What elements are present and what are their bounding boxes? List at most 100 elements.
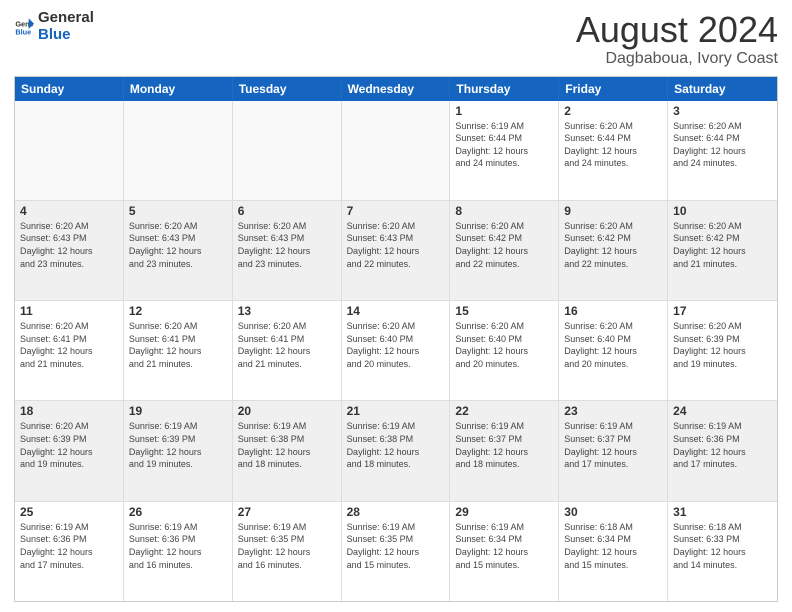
day-info: Sunrise: 6:20 AM Sunset: 6:41 PM Dayligh… <box>129 320 227 370</box>
calendar-week: 4 Sunrise: 6:20 AM Sunset: 6:43 PM Daylig… <box>15 201 777 301</box>
day-number: 5 <box>129 204 227 218</box>
calendar-cell: 27Sunrise: 6:19 AM Sunset: 6:35 PM Dayli… <box>233 502 342 601</box>
day-info: Sunrise: 6:20 AM Sunset: 6:41 PM Dayligh… <box>20 320 118 370</box>
day-info: Sunrise: 6:20 AM Sunset: 6:44 PM Dayligh… <box>673 120 772 170</box>
calendar-cell: 26 Sunrise: 6:19 AM Sunset: 6:36 PM Dayli… <box>124 502 233 601</box>
day-number: 3 <box>673 104 772 118</box>
day-info: Sunrise: 6:20 AM Sunset: 6:42 PM Dayligh… <box>673 220 772 270</box>
calendar-cell: 7Sunrise: 6:20 AM Sunset: 6:43 PM Daylig… <box>342 201 451 300</box>
calendar-cell: 9Sunrise: 6:20 AM Sunset: 6:42 PM Daylig… <box>559 201 668 300</box>
calendar-cell: 12 Sunrise: 6:20 AM Sunset: 6:41 PM Dayli… <box>124 301 233 400</box>
day-info: Sunrise: 6:19 AM Sunset: 6:36 PM Dayligh… <box>20 521 118 571</box>
day-number: 1 <box>455 104 553 118</box>
day-info: Sunrise: 6:20 AM Sunset: 6:43 PM Dayligh… <box>20 220 118 270</box>
calendar-week: 25Sunrise: 6:19 AM Sunset: 6:36 PM Dayli… <box>15 502 777 601</box>
calendar-cell: 14Sunrise: 6:20 AM Sunset: 6:40 PM Dayli… <box>342 301 451 400</box>
calendar-cell: 13Sunrise: 6:20 AM Sunset: 6:41 PM Dayli… <box>233 301 342 400</box>
calendar-cell: 16Sunrise: 6:20 AM Sunset: 6:40 PM Dayli… <box>559 301 668 400</box>
day-number: 14 <box>347 304 445 318</box>
title-block: August 2024 Dagbaboua, Ivory Coast <box>576 10 778 68</box>
day-number: 20 <box>238 404 336 418</box>
day-number: 18 <box>20 404 118 418</box>
calendar-body: 1 Sunrise: 6:19 AM Sunset: 6:44 PM Daylig… <box>15 101 777 601</box>
calendar-cell: 30 Sunrise: 6:18 AM Sunset: 6:34 PM Dayli… <box>559 502 668 601</box>
day-info: Sunrise: 6:19 AM Sunset: 6:37 PM Dayligh… <box>564 420 662 470</box>
day-info: Sunrise: 6:19 AM Sunset: 6:38 PM Dayligh… <box>347 420 445 470</box>
day-info: Sunrise: 6:20 AM Sunset: 6:42 PM Dayligh… <box>455 220 553 270</box>
calendar-cell: 29 Sunrise: 6:19 AM Sunset: 6:34 PM Dayli… <box>450 502 559 601</box>
calendar-cell: 8 Sunrise: 6:20 AM Sunset: 6:42 PM Daylig… <box>450 201 559 300</box>
calendar-cell <box>233 101 342 200</box>
day-info: Sunrise: 6:19 AM Sunset: 6:36 PM Dayligh… <box>673 420 772 470</box>
day-number: 21 <box>347 404 445 418</box>
day-info: Sunrise: 6:19 AM Sunset: 6:35 PM Dayligh… <box>347 521 445 571</box>
calendar-cell: 21 Sunrise: 6:19 AM Sunset: 6:38 PM Dayli… <box>342 401 451 500</box>
day-number: 30 <box>564 505 662 519</box>
day-number: 17 <box>673 304 772 318</box>
logo-general: General <box>38 10 94 27</box>
calendar-week: 11 Sunrise: 6:20 AM Sunset: 6:41 PM Dayli… <box>15 301 777 401</box>
day-info: Sunrise: 6:20 AM Sunset: 6:41 PM Dayligh… <box>238 320 336 370</box>
day-number: 22 <box>455 404 553 418</box>
page: General Blue General Blue August 2024 Da… <box>0 0 792 612</box>
day-number: 4 <box>20 204 118 218</box>
calendar-cell: 31Sunrise: 6:18 AM Sunset: 6:33 PM Dayli… <box>668 502 777 601</box>
calendar-header-cell: Tuesday <box>233 77 342 101</box>
day-info: Sunrise: 6:20 AM Sunset: 6:43 PM Dayligh… <box>129 220 227 270</box>
day-info: Sunrise: 6:20 AM Sunset: 6:40 PM Dayligh… <box>455 320 553 370</box>
calendar: SundayMondayTuesdayWednesdayThursdayFrid… <box>14 76 778 602</box>
day-number: 6 <box>238 204 336 218</box>
day-number: 28 <box>347 505 445 519</box>
calendar-header-cell: Friday <box>559 77 668 101</box>
calendar-cell: 17Sunrise: 6:20 AM Sunset: 6:39 PM Dayli… <box>668 301 777 400</box>
logo-text-block: General Blue <box>38 10 94 43</box>
calendar-week: 1 Sunrise: 6:19 AM Sunset: 6:44 PM Daylig… <box>15 101 777 201</box>
calendar-header-cell: Sunday <box>15 77 124 101</box>
calendar-cell: 15 Sunrise: 6:20 AM Sunset: 6:40 PM Dayli… <box>450 301 559 400</box>
day-info: Sunrise: 6:19 AM Sunset: 6:44 PM Dayligh… <box>455 120 553 170</box>
calendar-cell: 28 Sunrise: 6:19 AM Sunset: 6:35 PM Dayli… <box>342 502 451 601</box>
calendar-header: SundayMondayTuesdayWednesdayThursdayFrid… <box>15 77 777 101</box>
day-number: 9 <box>564 204 662 218</box>
day-number: 7 <box>347 204 445 218</box>
calendar-cell <box>124 101 233 200</box>
day-info: Sunrise: 6:19 AM Sunset: 6:38 PM Dayligh… <box>238 420 336 470</box>
day-info: Sunrise: 6:18 AM Sunset: 6:34 PM Dayligh… <box>564 521 662 571</box>
calendar-header-cell: Wednesday <box>342 77 451 101</box>
day-number: 8 <box>455 204 553 218</box>
day-info: Sunrise: 6:20 AM Sunset: 6:44 PM Dayligh… <box>564 120 662 170</box>
day-number: 31 <box>673 505 772 519</box>
day-info: Sunrise: 6:19 AM Sunset: 6:36 PM Dayligh… <box>129 521 227 571</box>
logo: General Blue General Blue <box>14 10 94 43</box>
logo-blue: Blue <box>38 27 94 44</box>
calendar-cell: 5 Sunrise: 6:20 AM Sunset: 6:43 PM Daylig… <box>124 201 233 300</box>
calendar-cell: 18Sunrise: 6:20 AM Sunset: 6:39 PM Dayli… <box>15 401 124 500</box>
day-number: 15 <box>455 304 553 318</box>
calendar-week: 18Sunrise: 6:20 AM Sunset: 6:39 PM Dayli… <box>15 401 777 501</box>
main-title: August 2024 <box>576 10 778 50</box>
day-info: Sunrise: 6:20 AM Sunset: 6:43 PM Dayligh… <box>238 220 336 270</box>
calendar-cell <box>342 101 451 200</box>
calendar-cell: 4 Sunrise: 6:20 AM Sunset: 6:43 PM Daylig… <box>15 201 124 300</box>
day-number: 26 <box>129 505 227 519</box>
day-number: 19 <box>129 404 227 418</box>
day-number: 10 <box>673 204 772 218</box>
logo-icon: General Blue <box>14 17 34 37</box>
calendar-cell: 19Sunrise: 6:19 AM Sunset: 6:39 PM Dayli… <box>124 401 233 500</box>
calendar-header-cell: Thursday <box>450 77 559 101</box>
day-info: Sunrise: 6:19 AM Sunset: 6:34 PM Dayligh… <box>455 521 553 571</box>
day-number: 11 <box>20 304 118 318</box>
calendar-cell: 3 Sunrise: 6:20 AM Sunset: 6:44 PM Daylig… <box>668 101 777 200</box>
calendar-cell: 10 Sunrise: 6:20 AM Sunset: 6:42 PM Dayli… <box>668 201 777 300</box>
calendar-cell: 2Sunrise: 6:20 AM Sunset: 6:44 PM Daylig… <box>559 101 668 200</box>
calendar-cell: 22Sunrise: 6:19 AM Sunset: 6:37 PM Dayli… <box>450 401 559 500</box>
calendar-cell: 23 Sunrise: 6:19 AM Sunset: 6:37 PM Dayli… <box>559 401 668 500</box>
day-number: 29 <box>455 505 553 519</box>
day-number: 27 <box>238 505 336 519</box>
day-number: 23 <box>564 404 662 418</box>
day-number: 12 <box>129 304 227 318</box>
calendar-header-cell: Saturday <box>668 77 777 101</box>
calendar-cell: 1 Sunrise: 6:19 AM Sunset: 6:44 PM Daylig… <box>450 101 559 200</box>
calendar-cell <box>15 101 124 200</box>
calendar-cell: 24Sunrise: 6:19 AM Sunset: 6:36 PM Dayli… <box>668 401 777 500</box>
